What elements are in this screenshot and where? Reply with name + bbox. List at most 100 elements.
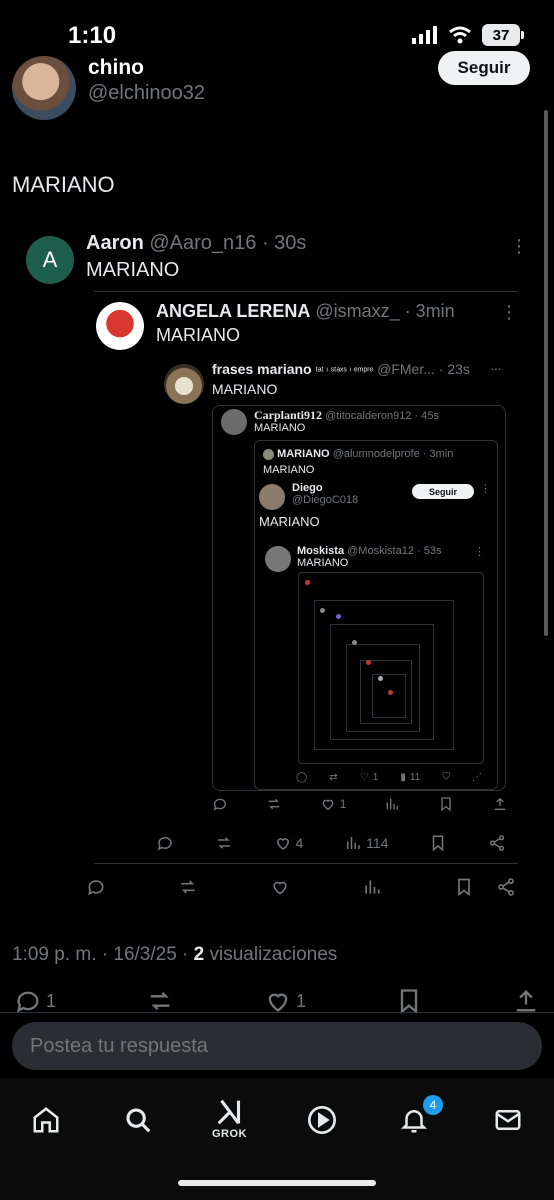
bookmark-icon: ⛉: [442, 772, 450, 783]
home-tab[interactable]: [26, 1100, 66, 1140]
share-icon[interactable]: [492, 796, 508, 812]
embedded-views-count: 11: [409, 772, 421, 783]
grok-tab[interactable]: [210, 1092, 250, 1132]
wifi-icon: [449, 26, 471, 44]
status-time: 1:10: [68, 22, 117, 49]
repost-icon[interactable]: [215, 834, 233, 852]
angela-views-count: 114: [366, 835, 389, 851]
search-icon: [126, 1108, 151, 1133]
like-icon[interactable]: [320, 796, 336, 812]
moskista-header: Moskista @Moskista12 · 53s: [297, 545, 441, 557]
reply-icon: ◯: [296, 772, 308, 783]
post-action-bar: 1 1: [14, 988, 540, 1014]
divider: [94, 863, 518, 864]
carplanti-header: Carplanti912 @titocalderon912 · 45s: [254, 408, 439, 423]
author-avatar[interactable]: [12, 56, 76, 120]
repost-icon[interactable]: [266, 796, 282, 812]
bookmark-icon[interactable]: [438, 796, 454, 812]
angela-like-count: 4: [295, 835, 304, 851]
diego-more-icon: ⋮: [480, 483, 491, 495]
scrollbar[interactable]: [544, 110, 548, 636]
bookmark-icon[interactable]: [395, 988, 423, 1014]
moskista-more-icon: ⋮: [474, 546, 485, 558]
recursive-avatar: [366, 660, 371, 665]
moskista-avatar: [265, 546, 291, 572]
recursive-avatar: [378, 676, 383, 681]
like-icon[interactable]: [274, 834, 292, 852]
recursive-avatar: [336, 614, 341, 619]
video-tab[interactable]: [302, 1100, 342, 1140]
aaron-handle: @Aaro_n16: [149, 232, 257, 254]
divider: [94, 291, 518, 292]
frases-like-count: 1: [339, 797, 347, 811]
diego-avatar: [259, 484, 285, 510]
recursive-avatar: [388, 690, 393, 695]
signal-icon: [412, 26, 437, 44]
like-icon[interactable]: [264, 988, 292, 1014]
like-icon[interactable]: [270, 877, 290, 897]
frases-more-icon[interactable]: ···: [490, 360, 502, 376]
mariano-time: · 3min: [422, 448, 454, 460]
share-icon[interactable]: [512, 988, 540, 1014]
frases-header: frases mariano ᵗᵃᵗ ᶦ ˢᵗᵃˣˢ ᶦ ᵉᵐᵖʳᵉ @FMer…: [212, 361, 470, 377]
angela-name[interactable]: ANGELA LERENA: [156, 301, 310, 321]
frases-action-bar: 1: [212, 796, 508, 812]
messages-tab[interactable]: [488, 1100, 528, 1140]
post-like-count: 1: [295, 990, 306, 1011]
carplanti-text: MARIANO: [254, 422, 306, 434]
embedded-like-count: 1: [372, 772, 379, 783]
diego-follow-button: Seguir: [412, 484, 474, 499]
mariano-name: MARIANO: [277, 448, 330, 460]
reply-icon[interactable]: [14, 988, 42, 1014]
frases-handle: @FMer...: [377, 361, 435, 377]
diego-text: MARIANO: [259, 514, 320, 529]
mariano-header: MARIANO @alumnodelprofe · 3min: [263, 448, 453, 460]
aaron-more-icon[interactable]: ⋮: [510, 236, 528, 257]
mariano-handle: @alumnodelprofe: [332, 448, 420, 460]
bookmark-icon[interactable]: [429, 834, 447, 852]
like-icon: ♡: [359, 772, 369, 783]
mariano-avatar: [263, 448, 274, 460]
frases-name[interactable]: frases mariano: [212, 361, 312, 377]
post-time: 1:09 p. m. · 16/3/25 ·: [12, 944, 194, 965]
home-indicator: [178, 1180, 376, 1186]
frases-name-suffix: ᵗᵃᵗ ᶦ ˢᵗᵃˣˢ ᶦ ᵉᵐᵖʳᵉ: [315, 366, 374, 377]
aaron-name[interactable]: Aaron: [86, 232, 144, 254]
reply-icon[interactable]: [212, 796, 228, 812]
carplanti-name: Carplanti912: [254, 408, 323, 422]
aaron-action-bar: [86, 877, 516, 897]
search-tab[interactable]: [118, 1100, 158, 1140]
aaron-text: MARIANO: [86, 259, 180, 281]
share-icon[interactable]: [496, 877, 516, 897]
author-name[interactable]: chino: [88, 56, 144, 80]
repost-icon[interactable]: [145, 988, 175, 1014]
bookmark-icon[interactable]: [454, 877, 474, 897]
share-icon[interactable]: [488, 834, 506, 852]
reply-icon[interactable]: [86, 877, 106, 897]
battery-indicator: 37: [482, 24, 524, 46]
reply-input[interactable]: [12, 1022, 542, 1070]
views-icon[interactable]: [362, 877, 382, 897]
frases-avatar[interactable]: [164, 364, 204, 404]
author-handle[interactable]: @elchinoo32: [88, 82, 205, 105]
reply-icon[interactable]: [156, 834, 174, 852]
aaron-header: Aaron @Aaro_n16 · 30s: [86, 232, 306, 255]
frases-time: · 23s: [438, 361, 470, 377]
recursive-avatar: [320, 608, 325, 613]
mariano-text: MARIANO: [263, 464, 315, 476]
recursive-avatar: [352, 640, 357, 645]
recursive-screenshot-level: [372, 674, 406, 718]
repost-icon: ⇄: [329, 772, 338, 783]
follow-button[interactable]: Seguir: [438, 51, 530, 85]
share-icon: ⋰: [472, 772, 482, 783]
aaron-avatar[interactable]: A: [26, 236, 74, 284]
angela-avatar[interactable]: [96, 302, 144, 350]
views-icon[interactable]: [384, 796, 400, 812]
repost-icon[interactable]: [178, 877, 198, 897]
carplanti-avatar: [221, 409, 247, 435]
diego-name: Diego: [292, 482, 323, 494]
angela-more-icon[interactable]: ⋮: [500, 302, 518, 323]
views-icon: ▮: [400, 772, 406, 783]
views-icon[interactable]: [344, 834, 362, 852]
views-label: visualizaciones: [204, 944, 338, 965]
